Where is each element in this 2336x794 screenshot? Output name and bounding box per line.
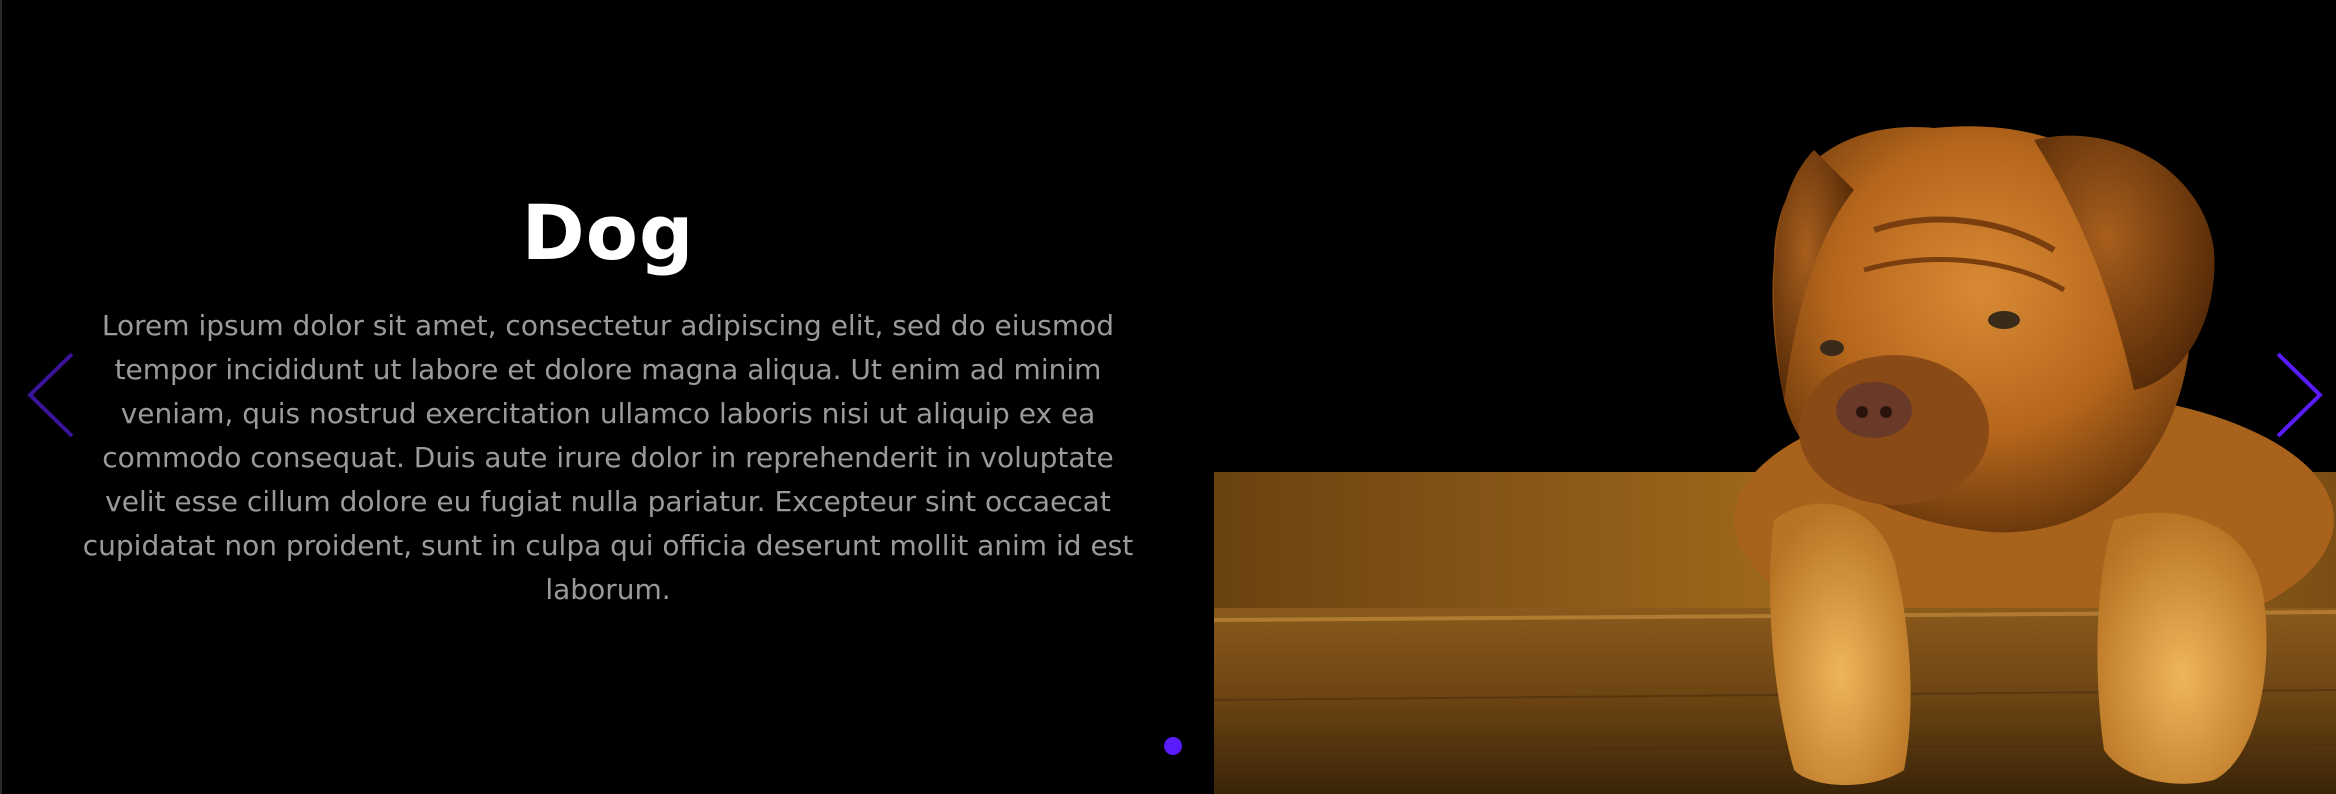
chevron-left-icon (27, 352, 74, 438)
slide-text-panel: Dog Lorem ipsum dolor sit amet, consecte… (2, 0, 1214, 794)
next-slide-button[interactable] (2270, 350, 2330, 440)
dog-photo (1214, 0, 2336, 794)
slide-description: Lorem ipsum dolor sit amet, consectetur … (82, 309, 1134, 606)
prev-slide-button[interactable] (24, 350, 84, 440)
image-slider: Dog Lorem ipsum dolor sit amet, consecte… (0, 0, 2336, 794)
slide-title: Dog (521, 188, 695, 277)
chevron-right-icon (2276, 352, 2323, 438)
pagination-dot-active[interactable] (1164, 737, 1182, 755)
